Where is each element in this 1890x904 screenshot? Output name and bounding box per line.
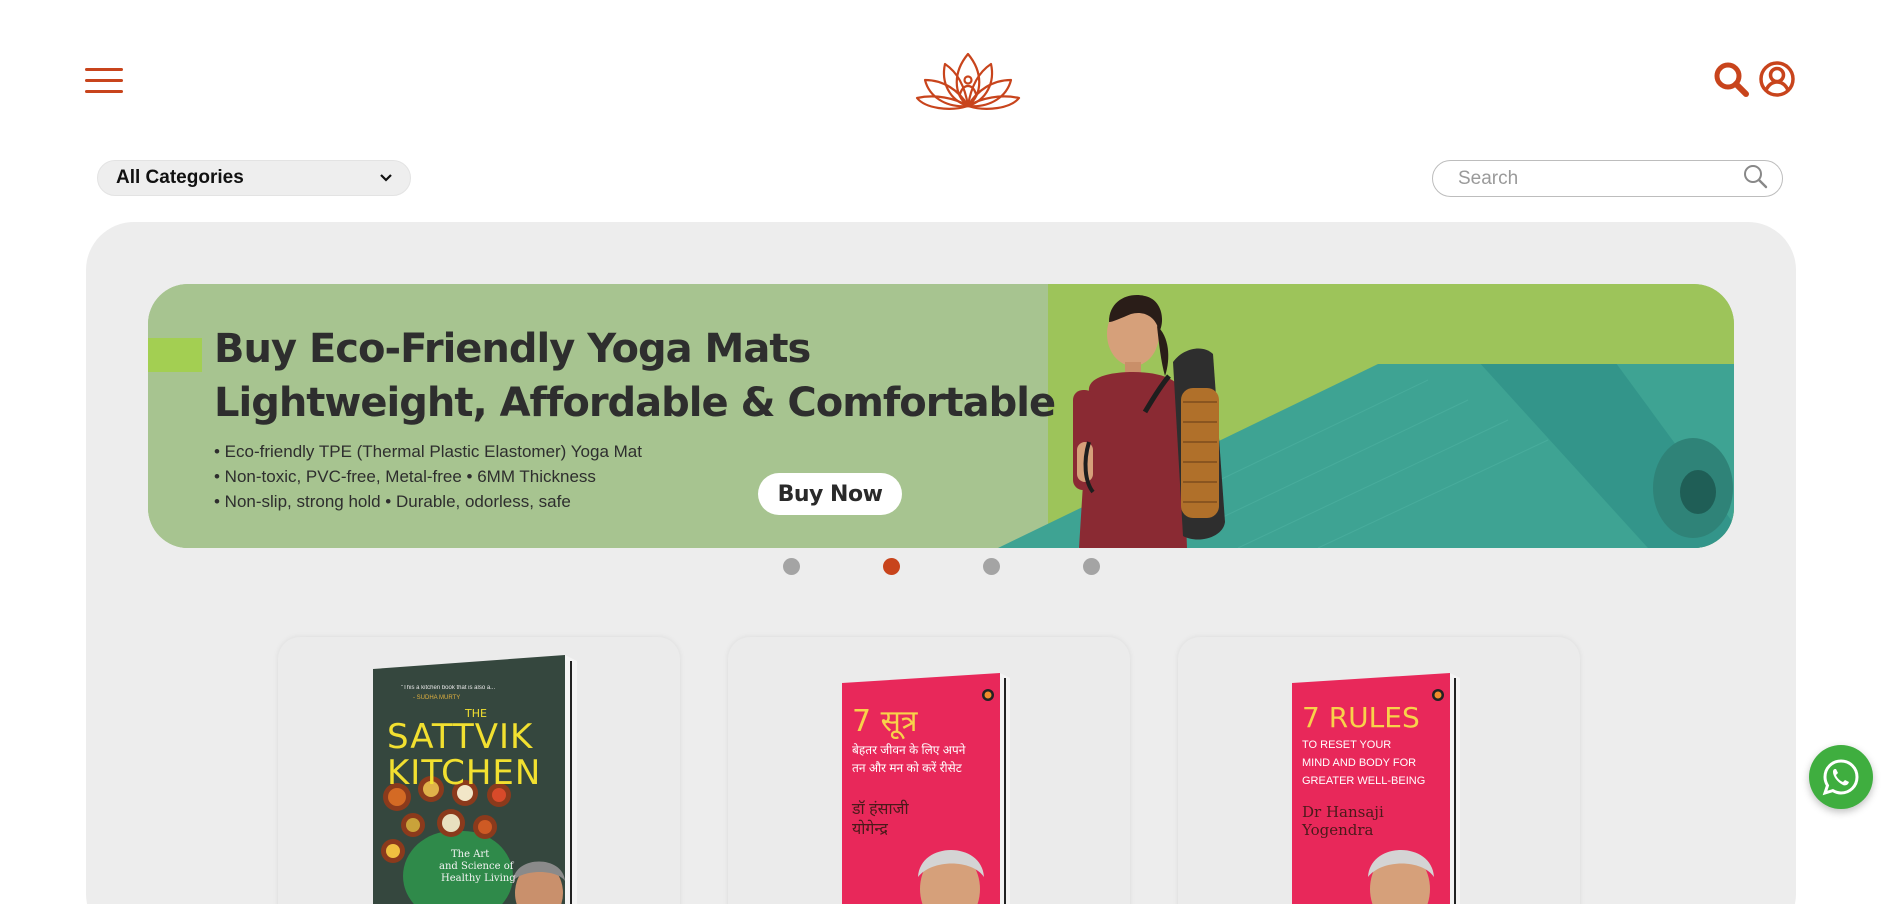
carousel-dot-1[interactable]: [783, 558, 800, 575]
book-subtitle-1: The Art: [451, 849, 490, 860]
lotus-logo-icon[interactable]: [915, 50, 1021, 112]
book-blurb: "This a kitchen book that is also a...: [401, 685, 496, 691]
carousel-dot-2[interactable]: [883, 558, 900, 575]
banner-bullet-2: • Non-toxic, PVC-free, Metal-free • 6MM …: [214, 467, 596, 486]
search-icon[interactable]: [1712, 60, 1750, 98]
book-subtitle-3: Healthy Living: [441, 873, 516, 884]
category-select[interactable]: All Categories: [97, 160, 411, 196]
search-input[interactable]: [1458, 167, 1742, 190]
book-cover-sattvik-kitchen: "This a kitchen book that is also a... -…: [373, 655, 583, 904]
whatsapp-icon: [1822, 759, 1859, 796]
book-title-line-3: KITCHEN: [387, 753, 542, 793]
buy-now-button[interactable]: Buy Now: [758, 473, 902, 515]
user-circle-icon[interactable]: [1758, 60, 1796, 98]
book-author-2: Yogendra: [1302, 821, 1374, 839]
product-card-2[interactable]: 7 सूत्र बेहतर जीवन के लिए अपने तन और मन …: [728, 637, 1130, 904]
banner-accent-flag: [148, 338, 202, 372]
banner-headline-1: Buy Eco-Friendly Yoga Mats: [214, 326, 811, 372]
category-select-label: All Categories: [116, 167, 244, 188]
page: All Categories Search Buy Eco-Friendly Y…: [0, 0, 1890, 904]
book-author-1: Dr Hansaji: [1302, 803, 1384, 821]
book-blurb-author: - SUDHA MURTY: [413, 695, 461, 701]
banner-headline-2: Lightweight, Affordable & Comfortable: [214, 380, 1056, 426]
book-author-2: योगेन्द्र: [852, 821, 888, 838]
book-author-1: डॉ हंसाजी: [852, 801, 909, 818]
hamburger-menu-icon[interactable]: [85, 68, 123, 94]
carousel-dot-4[interactable]: [1083, 558, 1100, 575]
book-subtitle-2: MIND AND BODY FOR: [1302, 757, 1417, 769]
banner-bullet-3: • Non-slip, strong hold • Durable, odorl…: [214, 492, 571, 511]
woman-with-mat-bag-image: [1073, 295, 1225, 548]
product-card-3[interactable]: 7 RULES TO RESET YOUR MIND AND BODY FOR …: [1178, 637, 1580, 904]
carousel-dot-3[interactable]: [983, 558, 1000, 575]
book-title-line-2: SATTVIK: [387, 717, 534, 757]
product-card-1[interactable]: "This a kitchen book that is also a... -…: [278, 637, 680, 904]
whatsapp-button[interactable]: [1809, 745, 1873, 809]
book-subtitle-2: तन और मन को करें रीसेट: [852, 761, 962, 775]
book-title: 7 RULES: [1302, 701, 1420, 734]
book-subtitle-3: GREATER WELL-BEING: [1302, 775, 1426, 787]
banner-bullet-1: • Eco-friendly TPE (Thermal Plastic Elas…: [214, 442, 642, 461]
book-subtitle-2: and Science of: [439, 861, 514, 872]
search-box: [1432, 160, 1783, 197]
book-cover-7-rules: 7 RULES TO RESET YOUR MIND AND BODY FOR …: [1292, 673, 1466, 904]
book-title: 7 सूत्र: [852, 704, 918, 739]
book-subtitle-1: बेहतर जीवन के लिए अपने: [852, 743, 966, 757]
book-cover-7-sutra: 7 सूत्र बेहतर जीवन के लिए अपने तन और मन …: [842, 673, 1016, 904]
chevron-down-icon: [380, 174, 392, 182]
search-submit-icon[interactable]: [1742, 163, 1768, 189]
book-subtitle-1: TO RESET YOUR: [1302, 739, 1392, 751]
carousel-dots: [783, 558, 1103, 575]
promo-banner[interactable]: Buy Eco-Friendly Yoga Mats Lightweight, …: [148, 284, 1734, 548]
